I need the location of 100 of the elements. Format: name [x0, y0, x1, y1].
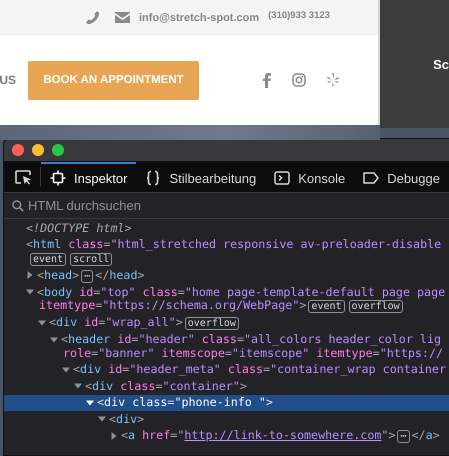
tag-name: header: [68, 332, 110, 346]
badge[interactable]: ⋯: [397, 430, 410, 443]
markup-text: =: [91, 346, 98, 360]
markup-text: >: [176, 315, 183, 329]
node-row[interactable]: <div>: [4, 411, 449, 428]
markup-text: <: [61, 332, 68, 346]
tag-name: div: [116, 412, 138, 426]
badge[interactable]: event: [30, 252, 66, 266]
devtools-tab[interactable]: Inspektor: [41, 162, 136, 192]
collapse-arrow-icon[interactable]: [98, 415, 106, 424]
attribute-value: "header": [138, 332, 195, 346]
attribute-name: id: [84, 315, 98, 329]
attribute-value: "wrap_all": [105, 315, 176, 329]
markup-text: >: [137, 412, 144, 426]
markup-text: </: [412, 428, 426, 442]
tag-icon: [363, 170, 380, 186]
attribute-value: "header_meta": [129, 362, 221, 376]
node-row[interactable]: <!DOCTYPE html>: [4, 220, 449, 236]
tag-name: div: [80, 362, 102, 376]
attribute-value: "top": [100, 284, 136, 298]
markup-text: </: [95, 268, 110, 282]
tag-name: div: [56, 315, 78, 329]
nav-link[interactable]: US: [0, 73, 16, 87]
tag-name: a: [426, 428, 433, 442]
markup-text: <: [121, 428, 128, 442]
mail-icon: [115, 12, 130, 23]
collapse-arrow-icon[interactable]: [62, 366, 70, 374]
attribute-value: "phone-info ": [174, 395, 266, 409]
badge[interactable]: event: [308, 300, 345, 313]
tag-name: head: [44, 268, 72, 282]
badge[interactable]: overflow: [348, 300, 403, 313]
markup-text: <: [85, 378, 92, 392]
expand-arrow-icon[interactable]: [110, 432, 118, 440]
markup-text: ": [177, 428, 184, 442]
markup-text: =: [170, 428, 178, 442]
close-button[interactable]: [12, 144, 24, 156]
node-row[interactable]: <div id="wrap_all"> overflow: [4, 314, 449, 332]
markup-text: <: [26, 237, 34, 251]
phone-number: (310)933 3123: [268, 10, 330, 21]
tag-name: html: [33, 237, 62, 251]
zoom-button[interactable]: [52, 144, 64, 156]
collapse-arrow-icon[interactable]: [38, 318, 46, 327]
expand-arrow-icon[interactable]: [26, 271, 34, 280]
markup-text: >: [266, 395, 273, 409]
attribute-name: class: [202, 332, 237, 346]
attribute-name: class: [132, 395, 168, 409]
markup-text: ">: [381, 428, 396, 442]
markup-text: =: [98, 315, 106, 329]
markup-text: =: [236, 332, 244, 346]
node-row[interactable]: <div id="header_meta" class="container_wrap container: [4, 362, 449, 378]
console-icon: [274, 170, 290, 186]
doctype-text: <!DOCTYPE html>: [26, 220, 132, 234]
node-row[interactable]: <html class="html_stretched responsive av-preloader-disable event scroll: [4, 236, 449, 267]
minimize-button[interactable]: [32, 144, 44, 156]
collapse-arrow-icon[interactable]: [26, 288, 34, 296]
markup-text: =: [167, 395, 174, 409]
devtools-tab[interactable]: Stilbearbeitung: [136, 162, 266, 192]
badge[interactable]: overflow: [184, 317, 239, 330]
tag-name: div: [92, 378, 114, 392]
element-picker-icon[interactable]: [14, 170, 32, 184]
markup-text: <: [97, 395, 104, 409]
markup-text: =: [103, 237, 110, 251]
attribute-value: "all_colors header_color lig: [244, 332, 442, 346]
search-field[interactable]: HTML durchsuchen: [28, 198, 228, 213]
markup-text: <: [73, 362, 80, 376]
burst-icon[interactable]: [327, 73, 339, 87]
badge[interactable]: scroll: [70, 252, 112, 266]
attribute-value: "https://schema.org/WebPage": [102, 298, 300, 312]
attribute-link[interactable]: http://link-to-somewhere.com: [184, 428, 382, 442]
node-row[interactable]: <head> ⋯ </head>: [4, 267, 449, 284]
devtools-tab[interactable]: Konsole: [265, 162, 354, 192]
node-row[interactable]: <body id="top" class="home page-template-default page page itemtype="https://schema.org/WebPage"> event overflow: [4, 284, 449, 314]
markup-text: =: [263, 362, 270, 376]
attribute-name: itemtype: [316, 346, 373, 360]
node-row[interactable]: <header id="header" class="all_colors header_color lig role="banner" itemscope="itemscope" itemtype="https://: [4, 332, 449, 362]
markup-text: =: [93, 284, 100, 298]
devtools-tab[interactable]: Debugge: [354, 162, 449, 192]
instagram-icon[interactable]: [292, 73, 306, 87]
search-icon: [12, 200, 24, 212]
braces-icon: [145, 170, 162, 186]
collapse-arrow-icon[interactable]: [74, 382, 82, 390]
attribute-value: "banner": [98, 346, 154, 360]
attribute-value: "html_stretched responsive av-preloader-disable: [110, 237, 442, 251]
node-row[interactable]: <a href="http://link-to-somewhere.com"> ⋯ </a>: [4, 428, 449, 444]
collapse-arrow-icon[interactable]: [50, 336, 58, 344]
badge[interactable]: ⋯: [81, 270, 94, 282]
tag-name: a: [128, 428, 136, 442]
markup-text: >: [299, 298, 306, 312]
markup-text: <: [37, 268, 44, 282]
facebook-icon[interactable]: [263, 72, 271, 88]
markup-text: <: [49, 315, 56, 329]
panel-text: Sc: [433, 56, 449, 72]
attribute-name: id: [108, 362, 122, 376]
node-row[interactable]: <div class="container">: [4, 378, 449, 394]
markup-text: <: [109, 412, 116, 426]
collapse-arrow-icon[interactable]: [86, 398, 94, 407]
attribute-value: "container_wrap container: [270, 362, 446, 376]
markup-text: =: [178, 284, 185, 298]
attribute-name: itemtype: [39, 298, 96, 312]
selected-node-row[interactable]: <div class="phone-info ">: [4, 394, 449, 411]
